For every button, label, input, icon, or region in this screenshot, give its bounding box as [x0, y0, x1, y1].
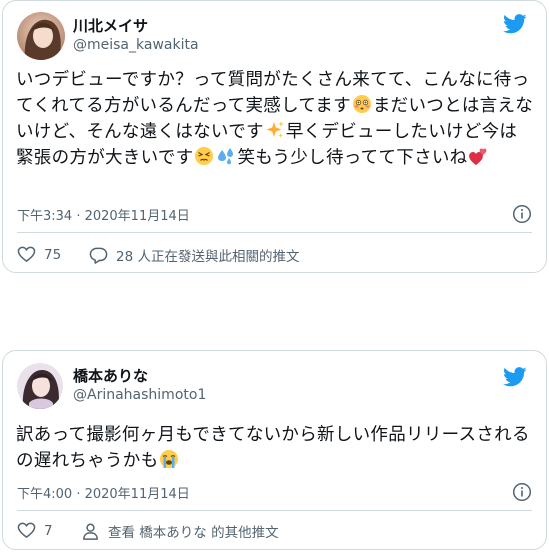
reply-conversation-link[interactable]: 28 人正在發送與此相關的推文: [89, 245, 299, 265]
heart-icon: [17, 522, 36, 538]
sweat-droplets-icon: [218, 148, 234, 165]
tweet-card[interactable]: 川北メイサ @meisa_kawakita いつデビューですか？って質問がたくさ…: [2, 0, 547, 273]
reply-conversation-label: 28 人正在發送與此相關的推文: [116, 249, 300, 265]
like-button[interactable]: 75: [17, 245, 61, 264]
tweet-timestamp[interactable]: 下午4:00 · 2020年11月14日: [17, 483, 190, 502]
heart-icon: [17, 246, 36, 262]
info-icon[interactable]: [512, 482, 532, 502]
user-handle[interactable]: @Arinahashimoto1: [73, 385, 206, 405]
two-hearts-icon: [469, 148, 487, 165]
like-count: 75: [44, 246, 62, 263]
sparkles-icon: [266, 121, 284, 138]
display-name[interactable]: 川北メイサ: [73, 17, 199, 35]
view-profile-link[interactable]: 查看 橋本ありな 的其他推文: [81, 521, 279, 541]
tweet-text: 訳あって撮影何ヶ月もできてないから新しい作品リリースされるの遅れちゃうかも: [16, 422, 534, 474]
loudly-crying-face-icon: [160, 450, 179, 468]
like-count: 7: [44, 522, 53, 539]
divider: [17, 510, 532, 511]
display-name[interactable]: 橋本ありな: [73, 367, 206, 385]
tweet-text-part: 笑もう少し待ってて下さいね: [237, 148, 468, 168]
view-profile-label: 查看 橋本ありな 的其他推文: [108, 525, 279, 541]
persevering-face-icon: [195, 147, 214, 165]
info-icon[interactable]: [512, 204, 532, 224]
tweet-header: 川北メイサ @meisa_kawakita: [17, 12, 527, 62]
twitter-bird-icon[interactable]: [503, 14, 527, 34]
tweet-timestamp[interactable]: 下午3:34 · 2020年11月14日: [17, 205, 190, 224]
tweet-card[interactable]: 橋本ありな @Arinahashimoto1 訳あって撮影何ヶ月もできてないから…: [2, 350, 547, 550]
flushed-face-icon: [352, 95, 371, 113]
avatar[interactable]: [17, 363, 63, 409]
tweet-text-part: 訳あって撮影何ヶ月もできてないから新しい作品リリースされるの遅れちゃうかも: [16, 425, 530, 471]
tweet-actions: 75 28 人正在發送與此相關的推文: [17, 245, 532, 267]
reply-bubble-icon: [89, 247, 108, 264]
avatar[interactable]: [17, 12, 65, 60]
person-icon: [83, 523, 98, 540]
like-button[interactable]: 7: [17, 521, 53, 540]
tweet-actions: 7 查看 橋本ありな 的其他推文: [17, 521, 532, 543]
user-handle[interactable]: @meisa_kawakita: [73, 35, 199, 55]
twitter-bird-icon[interactable]: [503, 367, 527, 387]
tweet-text: いつデビューですか？って質問がたくさん来てて、こんなに待ってくれてる方がいるんだ…: [16, 67, 534, 171]
divider: [17, 232, 532, 233]
tweet-header: 橋本ありな @Arinahashimoto1: [17, 363, 527, 413]
